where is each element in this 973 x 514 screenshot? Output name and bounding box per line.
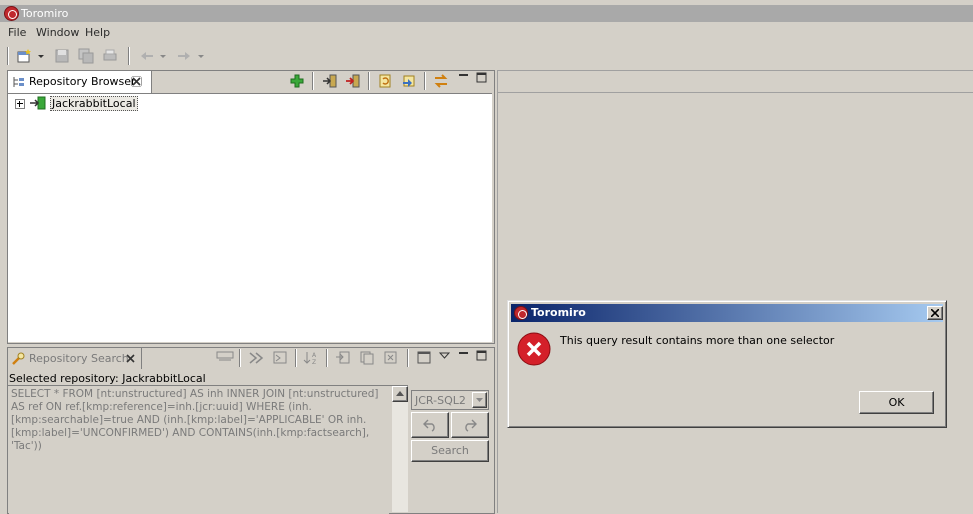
import-icon[interactable]: [401, 73, 417, 89]
disconnect-icon[interactable]: [345, 73, 361, 89]
execute-all-icon[interactable]: [272, 350, 288, 365]
repository-icon: [30, 96, 46, 110]
app-logo-icon: [4, 6, 19, 21]
menu-help[interactable]: Help: [85, 26, 110, 39]
chevron-up-icon: [396, 391, 404, 396]
close-icon[interactable]: [131, 76, 142, 87]
maximize-icon[interactable]: [476, 72, 487, 83]
error-icon: [517, 332, 551, 366]
query-scrollbar[interactable]: [392, 386, 408, 512]
toolbar-separator: [368, 72, 370, 90]
toolbar-separator: [326, 349, 328, 367]
export-icon[interactable]: [335, 350, 351, 365]
expand-toggle[interactable]: [15, 99, 25, 109]
selected-repository-label: Selected repository: JackrabbitLocal: [9, 372, 206, 385]
chevron-down-icon: [476, 398, 483, 402]
tree-view-icon: [13, 77, 24, 87]
close-icon: [931, 309, 939, 317]
connect-icon[interactable]: [322, 73, 338, 89]
redo-icon: [465, 419, 477, 432]
svg-text:A: A: [312, 352, 317, 359]
back-arrow-icon[interactable]: [139, 48, 155, 64]
clear-icon[interactable]: [383, 350, 399, 365]
search-tool-icon: [12, 352, 25, 365]
chevron-down-icon[interactable]: [36, 48, 46, 64]
menu-window[interactable]: Window: [36, 26, 79, 39]
main-toolbar: [0, 45, 973, 67]
undo-button[interactable]: [411, 412, 449, 438]
app-title-bar: Toromiro: [0, 5, 973, 22]
repository-tree: JackrabbitLocal: [8, 93, 492, 342]
scroll-up-button[interactable]: [392, 386, 408, 402]
tab-repository-search[interactable]: Repository Search: [8, 348, 142, 369]
execute-icon[interactable]: [248, 350, 264, 365]
query-input[interactable]: SELECT * FROM [nt:unstructured] AS inh I…: [9, 386, 389, 514]
svg-text:Z: Z: [312, 359, 316, 365]
print-icon[interactable]: [102, 48, 118, 64]
toolbar-separator: [239, 349, 241, 367]
toolbar-separator: [424, 72, 426, 90]
search-button[interactable]: Search: [411, 440, 489, 462]
save-all-icon[interactable]: [78, 48, 94, 64]
sort-icon[interactable]: AZ: [303, 350, 319, 365]
add-repository-icon[interactable]: [290, 74, 304, 88]
language-select-value: JCR-SQL2: [415, 394, 466, 407]
error-dialog: Toromiro This query result contains more…: [507, 300, 947, 428]
language-dropdown-button[interactable]: [472, 392, 487, 408]
undo-icon: [423, 419, 435, 432]
app-title: Toromiro: [21, 7, 69, 20]
dialog-title: Toromiro: [531, 306, 586, 319]
repository-browser-tab-label: Repository Browser: [29, 75, 136, 88]
toolbar-separator: [295, 349, 297, 367]
editor-area: [497, 70, 973, 513]
link-with-editor-icon[interactable]: [433, 73, 449, 89]
close-icon[interactable]: [125, 353, 136, 364]
tree-item-jackrabbitlocal[interactable]: JackrabbitLocal: [50, 96, 138, 111]
new-icon[interactable]: [16, 48, 32, 64]
copy-icon[interactable]: [359, 350, 375, 365]
menu-bar: File Window Help: [0, 24, 973, 42]
toolbar-separator: [407, 349, 409, 367]
menu-file[interactable]: File: [8, 26, 26, 39]
minimize-icon[interactable]: [458, 72, 469, 83]
repository-search-tab-label: Repository Search: [29, 352, 129, 365]
toolbar-separator: [312, 72, 314, 90]
chevron-down-icon[interactable]: [196, 48, 206, 64]
chevron-down-icon[interactable]: [439, 350, 450, 361]
dialog-title-bar: Toromiro: [511, 304, 943, 322]
maximize-icon[interactable]: [476, 350, 487, 361]
refresh-icon[interactable]: [377, 73, 393, 89]
tab-repository-browser[interactable]: Repository Browser: [8, 71, 152, 93]
redo-button[interactable]: [451, 412, 489, 438]
forward-arrow-icon[interactable]: [176, 48, 192, 64]
toolbar-separator: [128, 47, 130, 65]
chevron-down-icon[interactable]: [158, 48, 168, 64]
dialog-message: This query result contains more than one…: [560, 334, 835, 347]
view-menu-icon[interactable]: [416, 350, 432, 365]
app-logo-icon: [514, 306, 528, 320]
minimize-icon[interactable]: [458, 350, 469, 361]
save-icon[interactable]: [54, 48, 70, 64]
ok-button[interactable]: OK: [859, 391, 934, 414]
language-select[interactable]: JCR-SQL2: [411, 390, 489, 410]
dialog-close-button[interactable]: [927, 306, 943, 320]
toolbar-separator: [7, 47, 9, 65]
query-syntax-icon[interactable]: [216, 350, 234, 365]
